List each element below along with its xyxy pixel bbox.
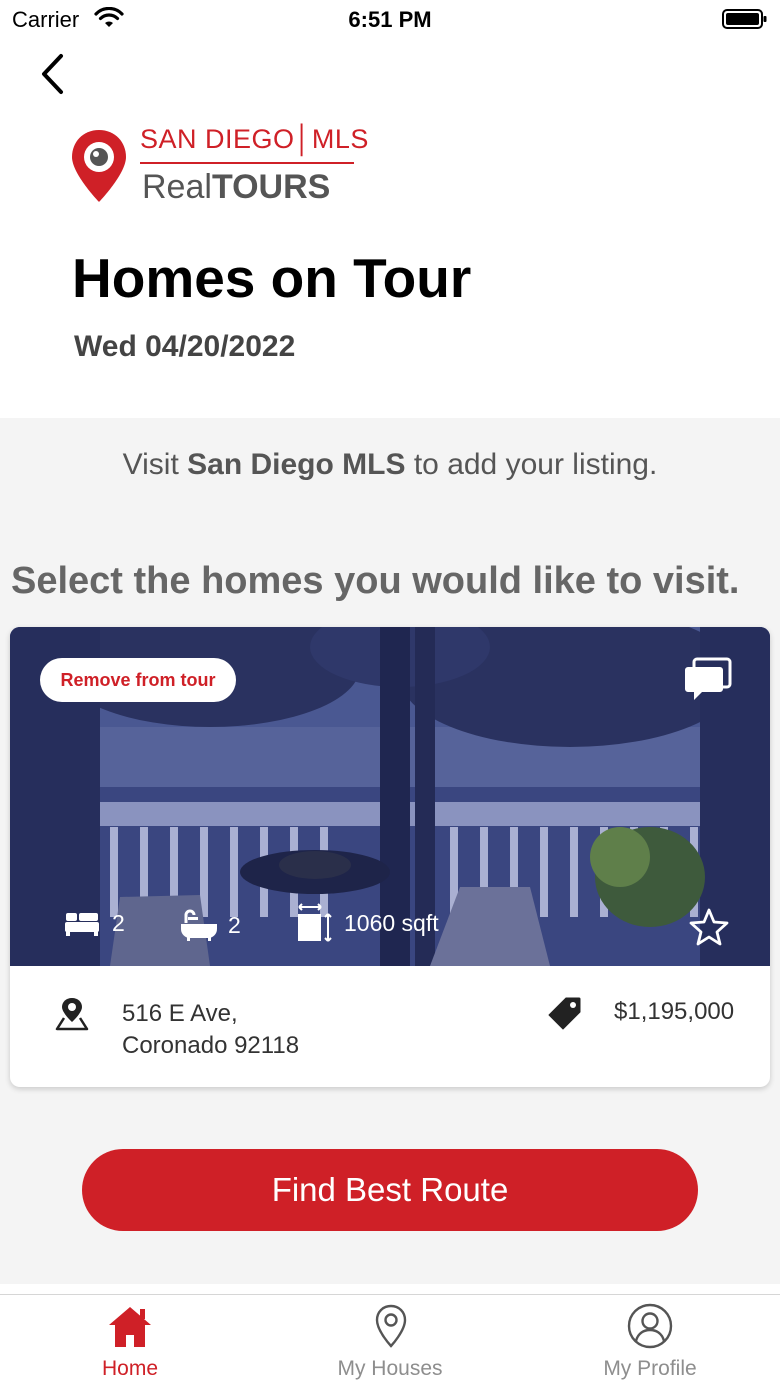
battery-icon	[722, 8, 768, 35]
tab-my-profile-label: My Profile	[603, 1357, 697, 1380]
bed-icon	[65, 913, 99, 936]
bedrooms-stat: 2	[64, 909, 125, 937]
bathrooms-stat: 2	[180, 909, 241, 941]
logo-text-top: SAN DIEGO│MLS	[140, 124, 369, 154]
area-stat: 1060 sqft	[296, 903, 439, 943]
logo-divider	[140, 162, 354, 164]
remove-from-tour-button[interactable]: Remove from tour	[40, 658, 236, 702]
clock: 6:51 PM	[348, 7, 432, 32]
tab-bar: Home My Houses My Profile	[0, 1294, 780, 1388]
square-footage: 1060 sqft	[344, 909, 439, 936]
listing-details: 516 E Ave, Coronado 92118 $1,195,000	[10, 966, 770, 1087]
tab-my-houses-label: My Houses	[337, 1357, 443, 1380]
find-best-route-button[interactable]: Find Best Route	[82, 1149, 698, 1231]
home-icon	[109, 1307, 151, 1347]
favorite-button[interactable]	[688, 907, 730, 952]
section-heading: Select the homes you would like to visit…	[11, 560, 740, 602]
tab-my-houses[interactable]: My Houses	[260, 1295, 520, 1388]
status-bar: Carrier 6:51 PM	[0, 0, 780, 40]
tour-date: Wed 04/20/2022	[74, 330, 296, 363]
address-city: Coronado 92118	[122, 1032, 300, 1059]
user-profile-icon	[627, 1303, 673, 1349]
chevron-left-icon	[42, 54, 63, 94]
realtours-logo: SAN DIEGO│MLS RealTOURS	[70, 124, 370, 210]
location-pin-icon	[375, 1304, 407, 1348]
map-location-icon	[54, 996, 90, 1037]
logo-text-bottom: RealTOURS	[142, 168, 331, 206]
back-button[interactable]	[34, 52, 74, 98]
listing-photo[interactable]: Remove from tour 2 2 1060 sqft	[10, 627, 770, 966]
bathrooms-count: 2	[228, 911, 241, 938]
star-icon	[689, 908, 729, 946]
add-listing-notice: Visit San Diego MLS to add your listing.	[122, 448, 658, 481]
tab-home-label: Home	[101, 1357, 159, 1380]
page-title: Homes on Tour	[72, 247, 472, 309]
location-eye-icon	[72, 130, 126, 202]
listing-price: $1,195,000	[614, 998, 735, 1025]
bathtub-icon	[181, 909, 217, 941]
square-footage-icon	[298, 903, 332, 942]
price-tag-icon	[548, 996, 582, 1035]
san-diego-mls-link[interactable]: San Diego MLS	[187, 448, 405, 481]
gallery-icon[interactable]	[684, 657, 734, 703]
listing-card[interactable]: Remove from tour 2 2 1060 sqft 516 E Ave…	[10, 627, 770, 1087]
address-street: 516 E Ave,	[122, 1000, 238, 1027]
listing-address: 516 E Ave, Coronado 92118	[122, 998, 299, 1062]
tab-my-profile[interactable]: My Profile	[520, 1295, 780, 1388]
bedrooms-count: 2	[112, 909, 125, 936]
tab-home[interactable]: Home	[0, 1295, 260, 1388]
